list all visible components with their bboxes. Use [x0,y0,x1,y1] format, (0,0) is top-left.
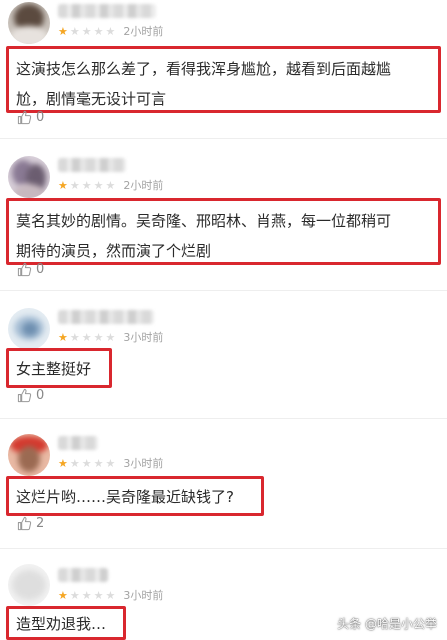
like-button[interactable]: 0 [17,386,44,404]
like-button[interactable]: 0 [17,260,44,278]
star-icon: ★ [69,456,80,470]
watermark: 头条 @哈是小公举 [337,617,437,631]
star-icon: ★ [105,330,116,344]
review-text: 这演技怎么那么差了，看得我浑身尴尬，越看到后面越尴 尬，剧情毫无设计可言 [6,46,441,113]
review-text-line: 莫名其妙的剧情。吴奇隆、邢昭林、肖燕，每一位都稍可 [16,212,392,230]
star-icon: ★ [81,24,92,38]
star-icon: ★ [58,588,68,602]
star-icon: ★ [69,178,80,192]
avatar[interactable] [8,308,50,350]
star-icon: ★ [105,588,116,602]
divider [0,418,447,419]
star-icon: ★ [81,178,92,192]
star-icon: ★ [58,24,68,38]
avatar[interactable] [8,434,50,476]
avatar[interactable] [8,2,50,44]
timestamp: 3小时前 [123,457,164,470]
review-text: 这烂片哟……吴奇隆最近缺钱了? [6,476,264,516]
review-text-line: 这烂片哟……吴奇隆最近缺钱了? [16,488,234,506]
like-count: 0 [36,261,45,277]
like-button[interactable]: 0 [17,108,44,126]
timestamp: 3小时前 [123,331,164,344]
star-icon: ★ [105,24,116,38]
star-icon: ★ [58,178,68,192]
timestamp: 2小时前 [123,179,164,192]
star-icon: ★ [69,330,80,344]
divider [0,548,447,549]
star-icon: ★ [93,330,104,344]
divider [0,138,447,139]
star-icon: ★ [58,456,68,470]
username-blurred [58,310,154,324]
like-count: 0 [36,387,45,403]
username-blurred [58,4,156,18]
review-text-line: 造型劝退我… [16,615,107,633]
review-meta: ★ ★ ★ ★ ★ 3小时前 [58,588,163,602]
review-text-line: 这演技怎么那么差了，看得我浑身尴尬，越看到后面越尴 [16,60,392,78]
username-blurred [58,568,108,582]
review-text-line: 尬，剧情毫无设计可言 [16,90,167,108]
divider [0,290,447,291]
timestamp: 2小时前 [123,25,164,38]
username-blurred [58,158,126,172]
star-icon: ★ [93,178,104,192]
star-icon: ★ [93,588,104,602]
like-button[interactable]: 2 [17,514,44,532]
review-meta: ★ ★ ★ ★ ★ 2小时前 [58,178,163,192]
star-icon: ★ [69,588,80,602]
review-meta: ★ ★ ★ ★ ★ 2小时前 [58,24,163,38]
star-rating: ★ ★ ★ ★ ★ [58,458,115,469]
thumbs-up-icon [17,516,32,530]
avatar[interactable] [8,564,50,606]
star-icon: ★ [81,456,92,470]
thumbs-up-icon [17,388,32,402]
review-meta: ★ ★ ★ ★ ★ 3小时前 [58,330,163,344]
star-icon: ★ [93,24,104,38]
timestamp: 3小时前 [123,589,164,602]
review-text: 女主整挺好 [6,348,112,388]
star-rating: ★ ★ ★ ★ ★ [58,590,115,601]
star-icon: ★ [105,456,116,470]
avatar[interactable] [8,156,50,198]
star-icon: ★ [81,330,92,344]
star-icon: ★ [105,178,116,192]
like-count: 2 [36,515,45,531]
thumbs-up-icon [17,262,32,276]
star-rating: ★ ★ ★ ★ ★ [58,180,115,191]
star-icon: ★ [69,24,80,38]
star-icon: ★ [93,456,104,470]
thumbs-up-icon [17,110,32,124]
review-text-line: 期待的演员，然而演了个烂剧 [16,242,212,260]
username-blurred [58,436,98,450]
star-icon: ★ [81,588,92,602]
like-count: 0 [36,109,45,125]
star-rating: ★ ★ ★ ★ ★ [58,26,115,37]
star-rating: ★ ★ ★ ★ ★ [58,332,115,343]
star-icon: ★ [58,330,68,344]
review-text-line: 女主整挺好 [16,360,92,378]
review-text: 莫名其妙的剧情。吴奇隆、邢昭林、肖燕，每一位都稍可 期待的演员，然而演了个烂剧 [6,198,441,265]
review-text: 造型劝退我… [6,606,126,640]
review-meta: ★ ★ ★ ★ ★ 3小时前 [58,456,163,470]
